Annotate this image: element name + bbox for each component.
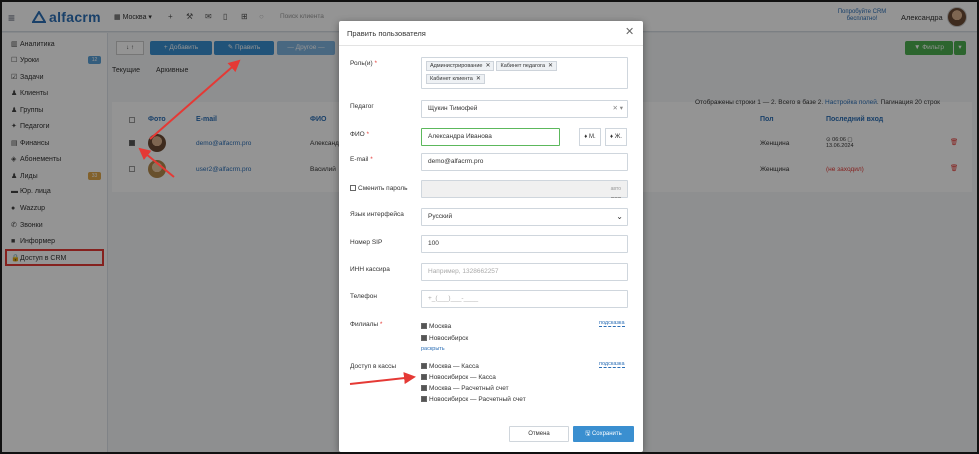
roles-label: Роль(и) * (350, 60, 378, 67)
edit-user-modal: Править пользователя ✕ Роль(и) * Админис… (339, 21, 643, 452)
cash-label: Новосибирск — Касса (429, 374, 496, 381)
fio-label-text: ФИО (350, 131, 365, 138)
gender-male-button[interactable]: ♦ М. (579, 128, 601, 146)
change-password-label: Сменить пароль (358, 185, 408, 192)
branch-checkbox[interactable]: Москва (421, 323, 451, 330)
role-chip-label: Кабинет клиента (430, 76, 473, 82)
email-field[interactable]: demo@alfacrm.pro (421, 153, 628, 171)
role-chip-label: Кабинет педагога (500, 63, 546, 69)
sip-input[interactable]: 100 (421, 235, 628, 253)
chevron-down-icon: ⌄ (616, 212, 623, 221)
phone-input[interactable]: +_(___)___-____ (421, 290, 628, 308)
checkbox[interactable] (350, 185, 356, 191)
language-value: Русский (428, 213, 453, 220)
checkbox[interactable] (421, 323, 427, 329)
cash-checkbox[interactable]: Москва — Расчетный счет (421, 385, 509, 392)
inn-label: ИНН кассира (350, 266, 390, 273)
password-auto-link: авто (610, 181, 621, 198)
gender-female-button[interactable]: ♦ Ж. (605, 128, 627, 146)
teacher-select[interactable]: Щукин Тимофей ✕ ▾ (421, 100, 628, 118)
cancel-button[interactable]: Отмена (509, 426, 569, 442)
modal-title: Править пользователя (347, 29, 426, 38)
app-frame: ≡ alfacrm ▦ Москва ▾ + ⚒ ✉ ▯ ⊞ ○ Поиск к… (0, 0, 979, 454)
branch-label: Новосибирск (429, 335, 469, 342)
remove-icon[interactable]: ✕ (485, 63, 490, 69)
checkbox[interactable] (421, 385, 427, 391)
remove-icon[interactable]: ✕ (476, 76, 481, 82)
cash-label: Москва — Касса (429, 363, 479, 370)
checkbox[interactable] (421, 363, 427, 369)
remove-icon[interactable]: ✕ (548, 63, 553, 69)
close-icon[interactable]: ✕ (625, 25, 634, 38)
cash-label: Москва — Расчетный счет (429, 385, 509, 392)
change-password-checkbox[interactable]: Сменить пароль (350, 185, 408, 192)
role-chip[interactable]: Администрирование ✕ (426, 61, 495, 71)
checkbox[interactable] (421, 374, 427, 380)
role-chip-label: Администрирование (430, 63, 483, 69)
clear-icon[interactable]: ✕ ▾ (612, 101, 623, 117)
fio-label: ФИО * (350, 131, 370, 138)
divider (339, 45, 643, 46)
phone-label: Телефон (350, 293, 377, 300)
checkbox[interactable] (421, 335, 427, 341)
hint-link[interactable]: подсказка (599, 320, 625, 327)
cash-access-label: Доступ в кассы (350, 363, 396, 370)
checkbox[interactable] (421, 396, 427, 402)
teacher-label: Педагог (350, 103, 374, 110)
expand-link[interactable]: раскрыть (421, 346, 445, 352)
cash-checkbox[interactable]: Новосибирск — Касса (421, 374, 496, 381)
role-chip[interactable]: Кабинет педагога ✕ (496, 61, 558, 71)
roles-label-text: Роль(и) (350, 60, 373, 67)
inn-input[interactable]: Например, 1328662257 (421, 263, 628, 281)
role-chip[interactable]: Кабинет клиента ✕ (426, 74, 485, 84)
cash-checkbox[interactable]: Новосибирск — Расчетный счет (421, 396, 526, 403)
cash-label: Новосибирск — Расчетный счет (429, 396, 526, 403)
branch-checkbox[interactable]: Новосибирск (421, 335, 468, 342)
save-button[interactable]: 🖫 Сохранить (573, 426, 634, 442)
fio-input[interactable]: Александра Иванова (421, 128, 560, 146)
sip-label: Номер SIP (350, 239, 383, 246)
branches-label: Филиалы * (350, 321, 383, 328)
branch-label: Москва (429, 323, 452, 330)
email-label-text: E-mail (350, 156, 369, 163)
language-select[interactable]: Русский ⌄ (421, 208, 628, 226)
language-label: Язык интерфейса (350, 211, 404, 218)
password-field: авто (421, 180, 628, 198)
hint-link[interactable]: подсказка (599, 361, 625, 368)
teacher-value: Щукин Тимофей (428, 105, 478, 112)
email-label: E-mail * (350, 156, 373, 163)
branches-label-text: Филиалы (350, 321, 379, 328)
cash-checkbox[interactable]: Москва — Касса (421, 363, 479, 370)
roles-select[interactable]: Администрирование ✕ Кабинет педагога ✕ Каби… (421, 57, 628, 89)
